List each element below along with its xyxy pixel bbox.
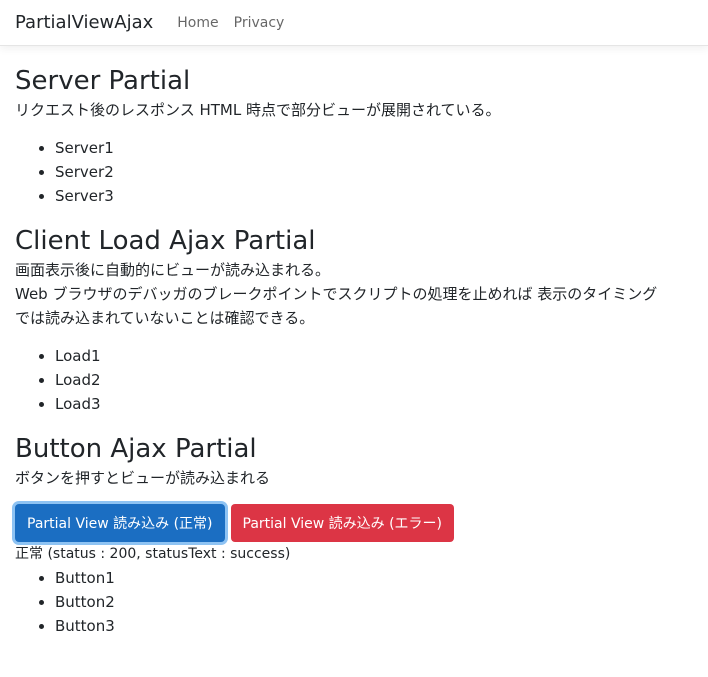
- list-item: Button3: [55, 614, 693, 638]
- brand-link[interactable]: PartialViewAjax: [15, 12, 153, 33]
- load-partial-error-button[interactable]: Partial View 読み込み (エラー): [230, 504, 454, 542]
- nav-link-home[interactable]: Home: [177, 15, 218, 31]
- list-item: Server3: [55, 184, 693, 208]
- client-load-line-1: 画面表示後に自動的にビューが読み込まれる。: [15, 261, 331, 279]
- client-load-line-3: では読み込まれていないことは確認できる。: [15, 309, 315, 327]
- list-item: Server1: [55, 136, 693, 160]
- list-item: Button1: [55, 566, 693, 590]
- nav-link-privacy[interactable]: Privacy: [234, 15, 285, 31]
- list-item: Load1: [55, 344, 693, 368]
- main-content: Server Partial リクエスト後のレスポンス HTML 時点で部分ビュ…: [0, 66, 708, 638]
- list-item: Button2: [55, 590, 693, 614]
- server-partial-heading: Server Partial: [15, 66, 191, 96]
- status-text: 正常 (status : 200, statusText : success): [15, 546, 291, 562]
- server-partial-section: Server Partial リクエスト後のレスポンス HTML 時点で部分ビュ…: [15, 66, 693, 208]
- top-navbar: PartialViewAjax Home Privacy: [0, 0, 708, 46]
- server-partial-description: リクエスト後のレスポンス HTML 時点で部分ビューが展開されている。: [15, 101, 501, 119]
- load-list: Load1 Load2 Load3: [15, 344, 693, 416]
- client-load-heading: Client Load Ajax Partial: [15, 226, 316, 256]
- load-partial-normal-button[interactable]: Partial View 読み込み (正常): [15, 504, 225, 542]
- client-load-section: Client Load Ajax Partial 画面表示後に自動的にビューが読…: [15, 226, 693, 416]
- button-ajax-heading: Button Ajax Partial: [15, 434, 257, 464]
- list-item: Load2: [55, 368, 693, 392]
- client-load-line-2: Web ブラウザのデバッガのブレークポイントでスクリプトの処理を止めれば 表示の…: [15, 285, 658, 303]
- server-list: Server1 Server2 Server3: [15, 136, 693, 208]
- list-item: Load3: [55, 392, 693, 416]
- button-list: Button1 Button2 Button3: [15, 566, 693, 638]
- button-ajax-section: Button Ajax Partial ボタンを押すとビューが読み込まれる Pa…: [15, 434, 693, 638]
- list-item: Server2: [55, 160, 693, 184]
- button-ajax-description: ボタンを押すとビューが読み込まれる: [15, 469, 271, 487]
- button-row: Partial View 読み込み (正常) Partial View 読み込み…: [15, 504, 693, 542]
